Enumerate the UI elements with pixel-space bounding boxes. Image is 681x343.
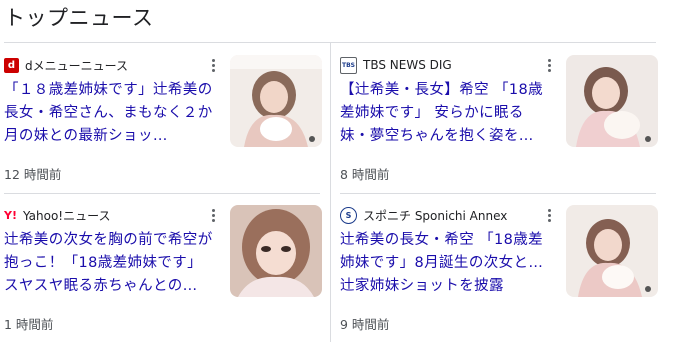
source-name: Yahoo!ニュース bbox=[22, 208, 111, 223]
d-menu-logo-icon: d bbox=[4, 57, 19, 73]
news-thumbnail[interactable] bbox=[230, 55, 322, 147]
news-source: TBS TBS NEWS DIG bbox=[340, 56, 452, 74]
more-options-icon[interactable] bbox=[544, 206, 554, 224]
section-title: トップニュース bbox=[4, 6, 154, 30]
tbs-logo-icon: TBS bbox=[340, 56, 357, 74]
news-source: Y! Yahoo!ニュース bbox=[4, 206, 111, 224]
news-headline[interactable]: 辻希美の次女を胸の前で希空が抱っこ！「18歳差姉妹です」スヤスヤ眠る赤ちゃんとの… bbox=[4, 229, 216, 298]
news-source: S スポニチ Sponichi Annex bbox=[340, 206, 507, 224]
yahoo-logo-icon: Y! bbox=[4, 207, 17, 223]
news-timestamp: 9 時間前 bbox=[340, 317, 390, 332]
divider bbox=[330, 43, 331, 342]
news-headline[interactable]: 「１８歳差姉妹です」辻希美の長女・希空さん、まもなく２か月の妹との最新ショッ… bbox=[4, 79, 216, 148]
news-card[interactable]: d dメニューニュース 「１８歳差姉妹です」辻希美の長女・希空さん、まもなく２か… bbox=[4, 43, 322, 193]
news-card[interactable]: S スポニチ Sponichi Annex 辻希美の長女・希空 「18歳差姉妹で… bbox=[340, 193, 658, 343]
news-headline[interactable]: 【辻希美・長女】希空 「18歳差姉妹です」 安らかに眠る妹・夢空ちゃんを抱く姿を… bbox=[340, 79, 552, 148]
more-options-icon[interactable] bbox=[208, 206, 218, 224]
news-thumbnail[interactable] bbox=[230, 205, 322, 297]
source-name: スポニチ Sponichi Annex bbox=[363, 208, 508, 223]
sponichi-logo-icon: S bbox=[340, 206, 357, 224]
more-options-icon[interactable] bbox=[208, 56, 218, 74]
news-thumbnail[interactable] bbox=[566, 55, 658, 147]
source-name: dメニューニュース bbox=[25, 58, 129, 73]
news-thumbnail[interactable] bbox=[566, 205, 658, 297]
more-options-icon[interactable] bbox=[544, 56, 554, 74]
news-timestamp: 8 時間前 bbox=[340, 167, 390, 182]
source-name: TBS NEWS DIG bbox=[363, 58, 452, 72]
news-timestamp: 1 時間前 bbox=[4, 317, 54, 332]
news-card[interactable]: Y! Yahoo!ニュース 辻希美の次女を胸の前で希空が抱っこ！「18歳差姉妹で… bbox=[4, 193, 322, 343]
news-card[interactable]: TBS TBS NEWS DIG 【辻希美・長女】希空 「18歳差姉妹です」 安… bbox=[340, 43, 658, 193]
news-source: d dメニューニュース bbox=[4, 56, 128, 74]
news-timestamp: 12 時間前 bbox=[4, 167, 62, 182]
news-headline[interactable]: 辻希美の長女・希空 「18歳差姉妹です」8月誕生の次女と…辻家姉妹ショットを披露 bbox=[340, 229, 552, 298]
